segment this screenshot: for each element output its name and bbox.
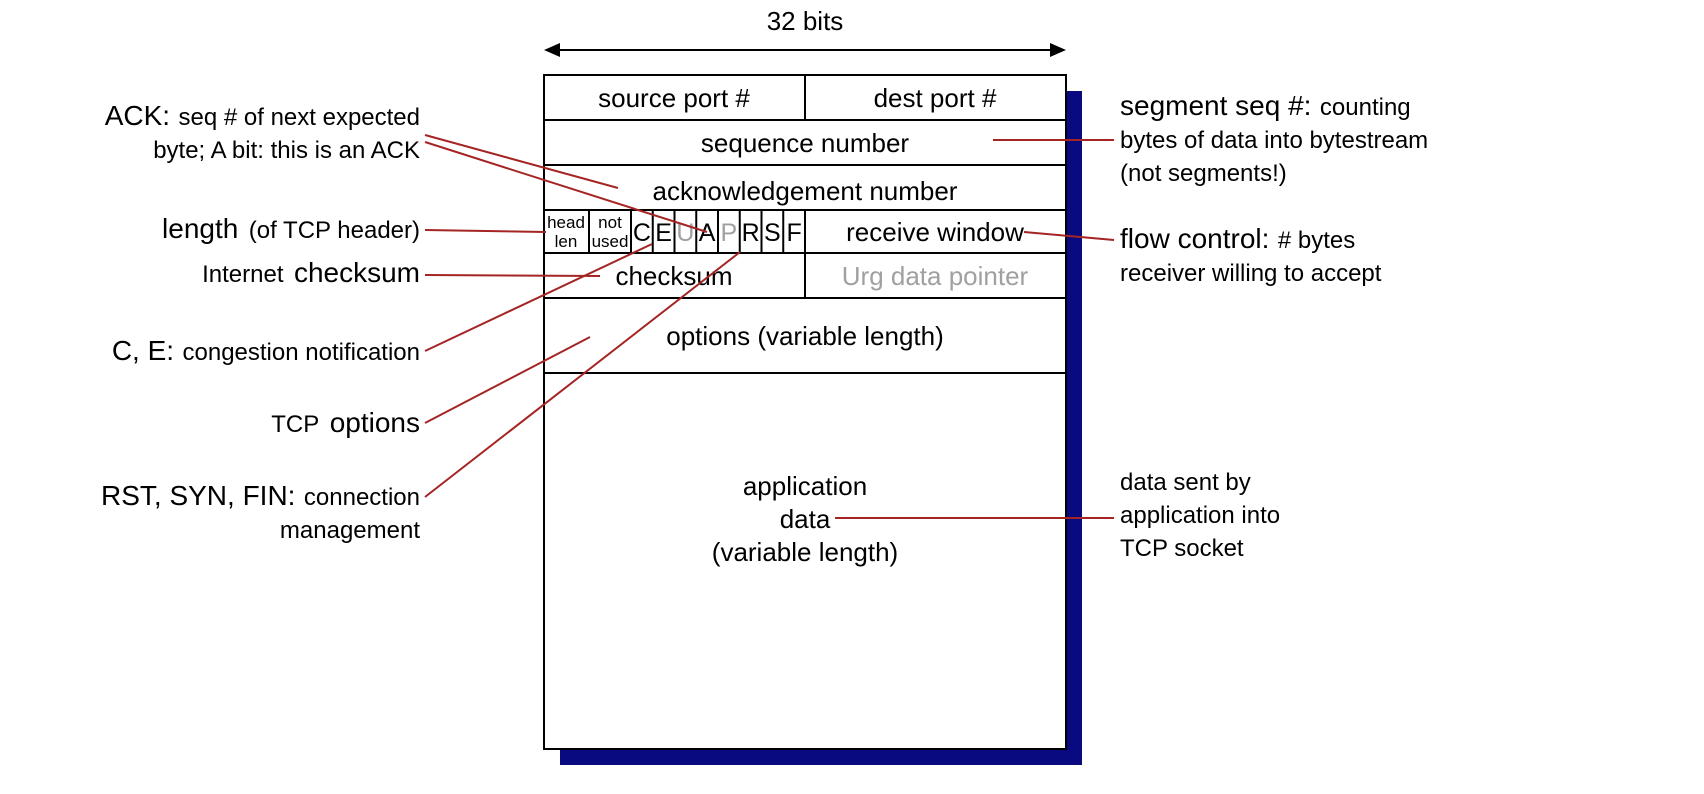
svg-text:flow control: # bytes: flow control: # bytes xyxy=(1120,223,1355,254)
ann-data-l3: TCP socket xyxy=(1120,535,1244,562)
seq-number-label: sequence number xyxy=(701,128,909,158)
ann-flow-l2: receiver willing to accept xyxy=(1120,260,1382,287)
ann-data-l1: data sent by xyxy=(1120,469,1251,496)
ann-seq-l3: (not segments!) xyxy=(1120,160,1287,187)
tcp-header-diagram: 32 bits source port # dest port # sequen… xyxy=(0,0,1704,794)
ann-data-l2: application into xyxy=(1120,502,1280,529)
head-len-1: head xyxy=(547,213,585,232)
flag-p: P xyxy=(721,219,738,247)
ann-len-rest: (of TCP header) xyxy=(249,217,420,244)
ann-opt-pre: TCP xyxy=(271,411,319,438)
flag-e: E xyxy=(655,219,672,247)
source-port-label: source port # xyxy=(598,83,750,113)
ann-len-bold: length xyxy=(162,213,238,244)
svg-text:Internet checksum: Internet checksum xyxy=(202,257,420,288)
ann-ack-t2: byte; A bit: this is an ACK xyxy=(153,137,420,164)
recv-window-label: receive window xyxy=(846,217,1024,247)
flag-c: C xyxy=(633,219,651,247)
svg-text:length (of TCP header): length (of TCP header) xyxy=(162,213,420,244)
svg-text:segment seq #: counting: segment seq #: counting xyxy=(1120,90,1411,121)
flag-a: A xyxy=(699,219,716,247)
options-label: options (variable length) xyxy=(666,321,944,351)
ann-ack-bold: ACK: xyxy=(105,100,170,131)
dest-port-label: dest port # xyxy=(874,83,997,113)
width-label: 32 bits xyxy=(767,6,844,36)
ann-ce-rest: congestion notification xyxy=(183,339,421,366)
ann-cksum-pre: Internet xyxy=(202,261,284,288)
urg-ptr-label: Urg data pointer xyxy=(842,261,1029,291)
ann-flow-bold: flow control: xyxy=(1120,223,1269,254)
checksum-label: checksum xyxy=(615,261,732,291)
ann-seq-bold: segment seq #: xyxy=(1120,90,1311,121)
app-data-1: application xyxy=(743,471,867,501)
ann-rsf-rest: connection xyxy=(304,484,420,511)
ann-seq-rest: counting xyxy=(1320,94,1411,121)
not-used-1: not xyxy=(598,213,622,232)
svg-text:C, E: congestion notific: C, E: congestion notification xyxy=(112,335,420,366)
ann-checksum: Internet checksum xyxy=(202,257,600,288)
flag-f: F xyxy=(786,219,801,247)
ann-ack-t1: seq # of next expected xyxy=(179,104,421,131)
ann-ce-bold: C, E: xyxy=(112,335,174,366)
app-data-2: data xyxy=(780,504,831,534)
app-data-3: (variable length) xyxy=(712,537,898,567)
flag-s: S xyxy=(764,219,781,247)
flag-r: R xyxy=(742,219,760,247)
ann-flow-rest: # bytes xyxy=(1278,227,1355,254)
ann-rsf-bold: RST, SYN, FIN: xyxy=(101,480,295,511)
svg-text:RST, SYN, FIN: connectio: RST, SYN, FIN: connection xyxy=(101,480,420,511)
ann-cksum-bold: checksum xyxy=(294,257,420,288)
head-len-2: len xyxy=(555,232,578,251)
ack-number-label: acknowledgement number xyxy=(653,176,958,206)
ann-seq-l2: bytes of data into bytestream xyxy=(1120,127,1428,154)
width-indicator: 32 bits xyxy=(544,6,1066,57)
ann-rsf-l2: management xyxy=(280,517,420,544)
ann-length: length (of TCP header) xyxy=(162,213,546,244)
svg-text:ACK: seq # of next expec: ACK: seq # of next expected xyxy=(105,100,420,131)
svg-text:TCP options: TCP options xyxy=(271,407,420,438)
not-used-2: used xyxy=(592,232,629,251)
ann-opt-bold: options xyxy=(330,407,420,438)
